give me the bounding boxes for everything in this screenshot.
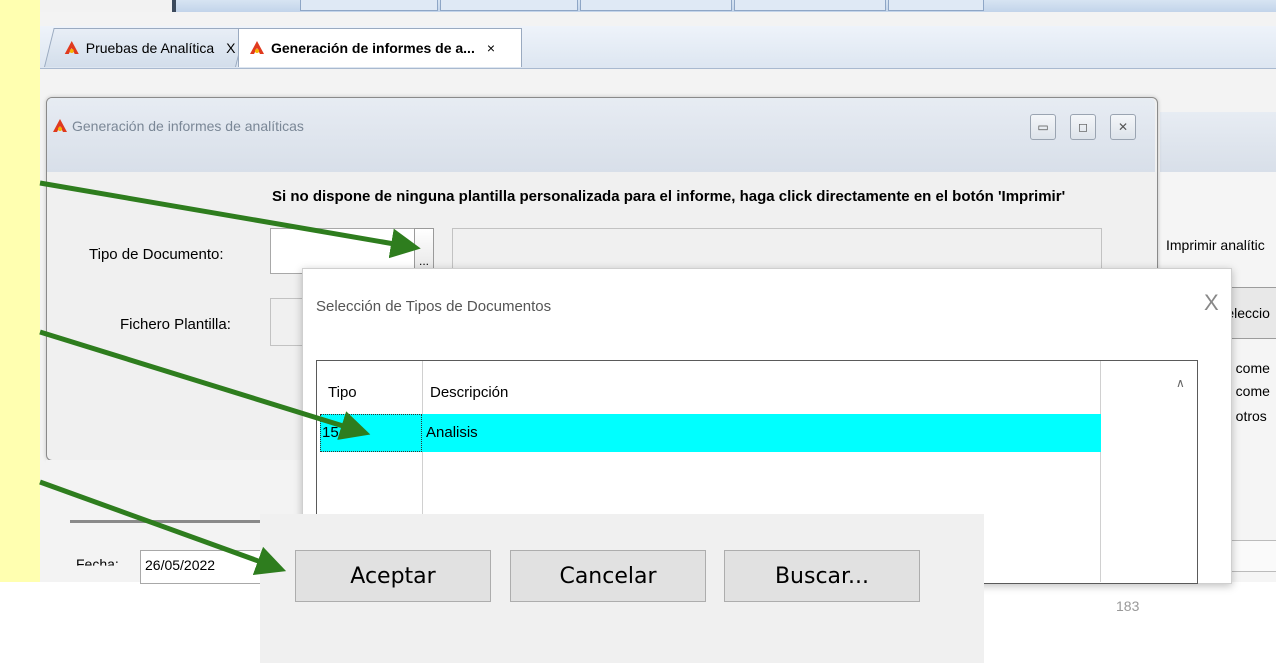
ribbon-tab[interactable] (734, 0, 886, 11)
app-logo-icon (64, 41, 79, 54)
column-header-tipo[interactable]: Tipo (328, 384, 357, 401)
top-bar-left (40, 0, 172, 12)
row-descripcion-cell[interactable]: Analisis (426, 424, 478, 441)
document-type-label: Tipo de Documento: (89, 246, 224, 263)
app-logo-icon (53, 119, 67, 132)
window-titlebar (47, 98, 1155, 172)
scroll-up-icon[interactable]: ∧ (1176, 376, 1185, 390)
minimize-button[interactable]: ▭ (1030, 114, 1056, 140)
ellipsis-icon: ... (418, 254, 429, 268)
print-analytics-label: Imprimir analític (1166, 237, 1265, 253)
maximize-button[interactable]: ◻ (1070, 114, 1096, 140)
ribbon-tab[interactable] (300, 0, 438, 11)
accept-button[interactable]: Aceptar (295, 550, 491, 602)
tab-generacion-informes[interactable]: Generación de informes de a... × (238, 28, 522, 67)
tab-close-icon[interactable]: X (226, 40, 235, 56)
app-logo-icon (250, 41, 264, 54)
column-header-descripcion[interactable]: Descripción (430, 384, 508, 401)
date-input[interactable]: 26/05/2022 (140, 550, 262, 584)
template-file-label: Fichero Plantilla: (120, 316, 231, 333)
search-button[interactable]: Buscar... (724, 550, 920, 602)
tab-pruebas-analitica[interactable]: Pruebas de Analítica X (44, 28, 246, 67)
ribbon-tab[interactable] (440, 0, 578, 11)
tab-close-icon[interactable]: × (487, 40, 495, 56)
ribbon-tab[interactable] (888, 0, 984, 11)
cancel-button[interactable]: Cancelar (510, 550, 706, 602)
close-window-button[interactable]: ✕ (1110, 114, 1136, 140)
date-value: 26/05/2022 (145, 557, 216, 573)
tab-label: Pruebas de Analítica (85, 40, 215, 56)
maximize-icon: ◻ (1078, 120, 1088, 134)
dialog-close-icon[interactable]: X (1204, 290, 1219, 316)
window-title: Generación de informes de analíticas (72, 118, 304, 134)
row-tipo-cell[interactable]: 15 (322, 424, 339, 441)
ribbon-tab[interactable] (580, 0, 732, 11)
column-divider (1100, 361, 1101, 582)
background-window-titlebar (1160, 112, 1276, 172)
tab-label: Generación de informes de a... (271, 40, 475, 56)
minimize-icon: ▭ (1037, 120, 1049, 134)
instruction-text: Si no dispone de ninguna plantilla perso… (272, 188, 1066, 205)
browse-document-type-button[interactable]: ... (414, 228, 434, 273)
page-number: 183 (1116, 598, 1140, 614)
slide-left-strip (0, 0, 40, 582)
template-file-input[interactable] (270, 298, 306, 346)
dialog-title: Selección de Tipos de Documentos (316, 298, 552, 315)
close-icon: ✕ (1117, 120, 1129, 134)
